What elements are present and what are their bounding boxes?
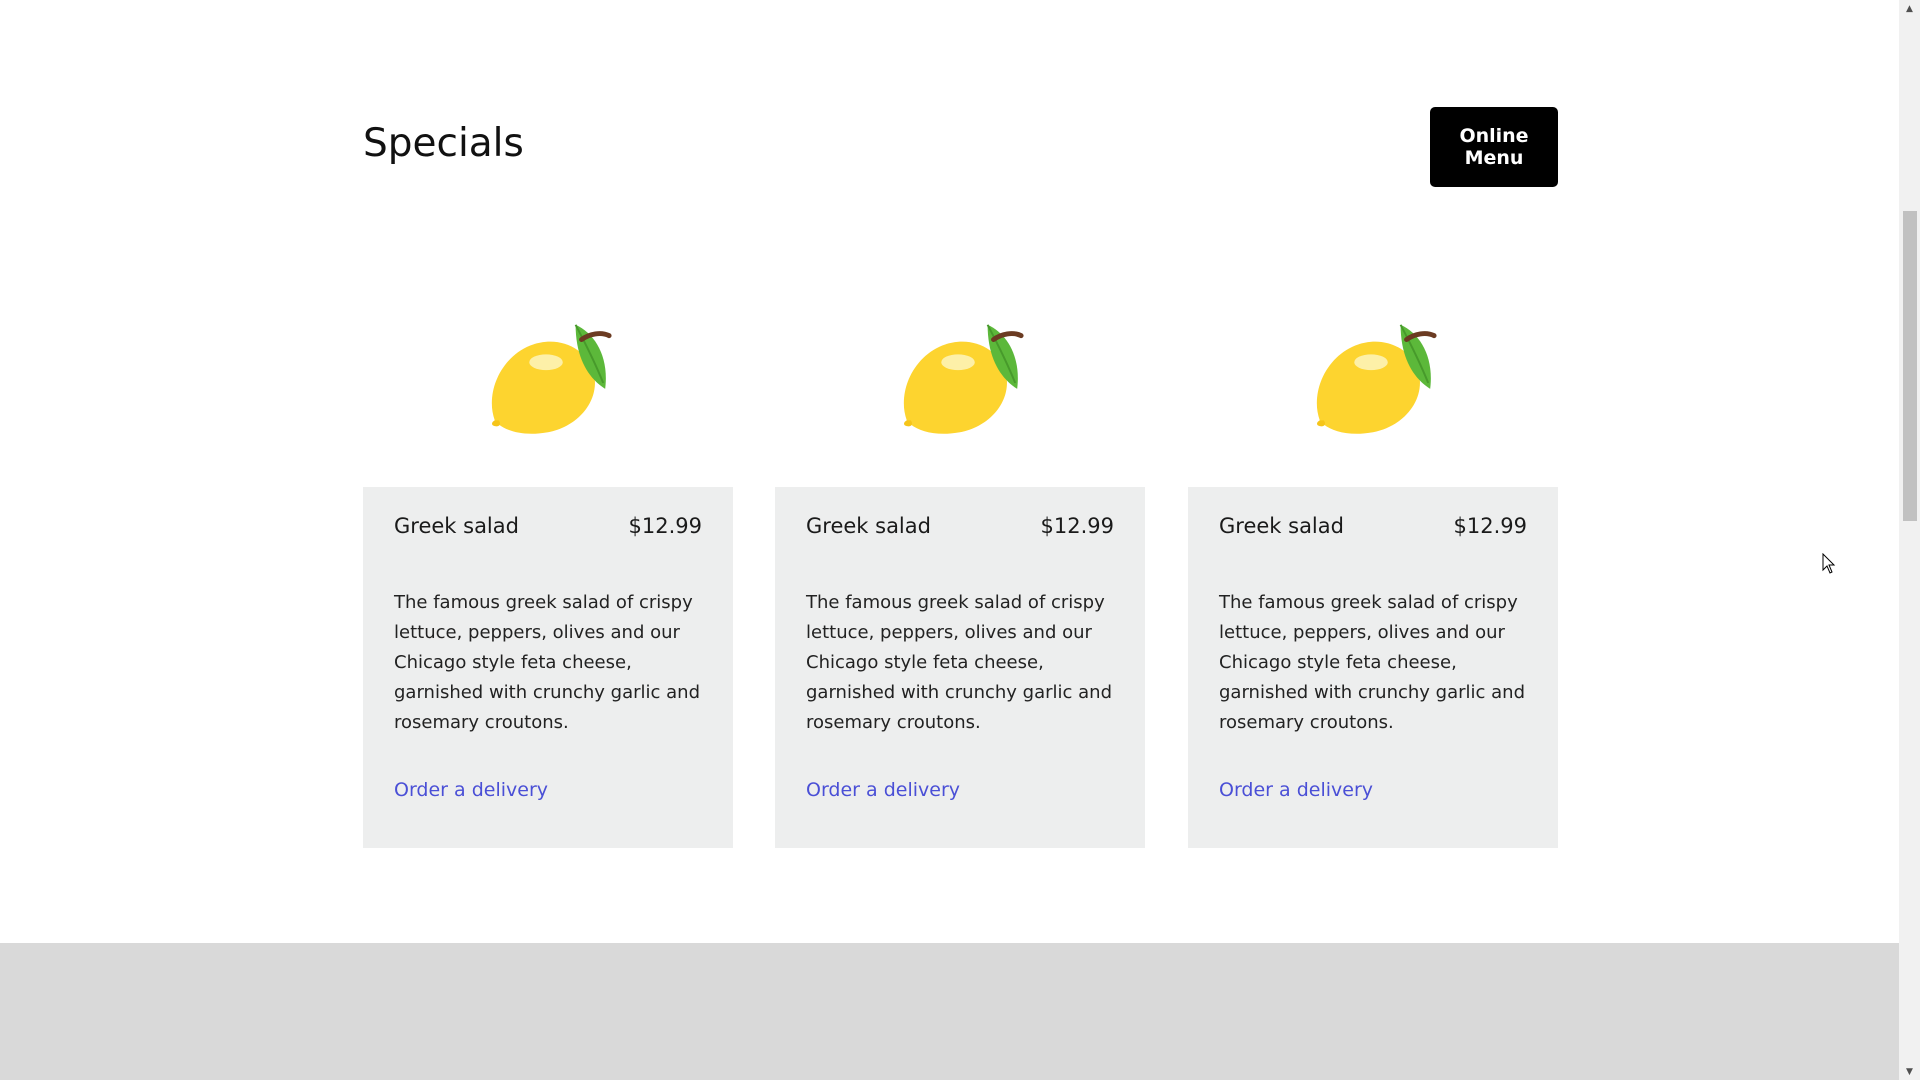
card-body: Greek salad $12.99 The famous greek sala… <box>363 487 733 848</box>
card-title: Greek salad <box>1219 514 1344 538</box>
lemon-icon <box>491 324 612 434</box>
online-menu-button[interactable]: Online Menu <box>1430 107 1558 187</box>
specials-card-list: Greek salad $12.99 The famous greek sala… <box>363 290 1558 848</box>
card-body: Greek salad $12.99 The famous greek sala… <box>1188 487 1558 848</box>
card-image <box>363 290 733 487</box>
scroll-down-arrow-icon[interactable]: ▼ <box>1899 1063 1920 1080</box>
card-description: The famous greek salad of crispy lettuce… <box>1219 592 1525 733</box>
special-card: Greek salad $12.99 The famous greek sala… <box>1188 290 1558 848</box>
card-description: The famous greek salad of crispy lettuce… <box>394 592 700 733</box>
vertical-scrollbar[interactable]: ▲ ▼ <box>1899 0 1920 1080</box>
page-viewport: Specials Online Menu Greek salad $12.99 … <box>0 0 1899 1080</box>
card-image <box>1188 290 1558 487</box>
card-description: The famous greek salad of crispy lettuce… <box>806 592 1112 733</box>
card-title: Greek salad <box>394 514 519 538</box>
special-card: Greek salad $12.99 The famous greek sala… <box>363 290 733 848</box>
card-body: Greek salad $12.99 The famous greek sala… <box>775 487 1145 848</box>
card-price: $12.99 <box>1040 514 1114 538</box>
card-price: $12.99 <box>628 514 702 538</box>
mouse-pointer-icon <box>1822 553 1836 574</box>
order-delivery-link[interactable]: Order a delivery <box>1219 779 1373 801</box>
card-title: Greek salad <box>806 514 931 538</box>
footer-section <box>0 943 1899 1080</box>
order-delivery-link[interactable]: Order a delivery <box>806 779 960 801</box>
scrollbar-thumb[interactable] <box>1903 211 1917 521</box>
card-image <box>775 290 1145 487</box>
special-card: Greek salad $12.99 The famous greek sala… <box>775 290 1145 848</box>
lemon-icon <box>903 324 1024 434</box>
order-delivery-link[interactable]: Order a delivery <box>394 779 548 801</box>
card-price: $12.99 <box>1453 514 1527 538</box>
scroll-up-arrow-icon[interactable]: ▲ <box>1899 0 1920 17</box>
lemon-icon <box>1316 324 1437 434</box>
page-title: Specials <box>363 121 524 166</box>
specials-header: Specials Online Menu <box>363 107 1558 187</box>
